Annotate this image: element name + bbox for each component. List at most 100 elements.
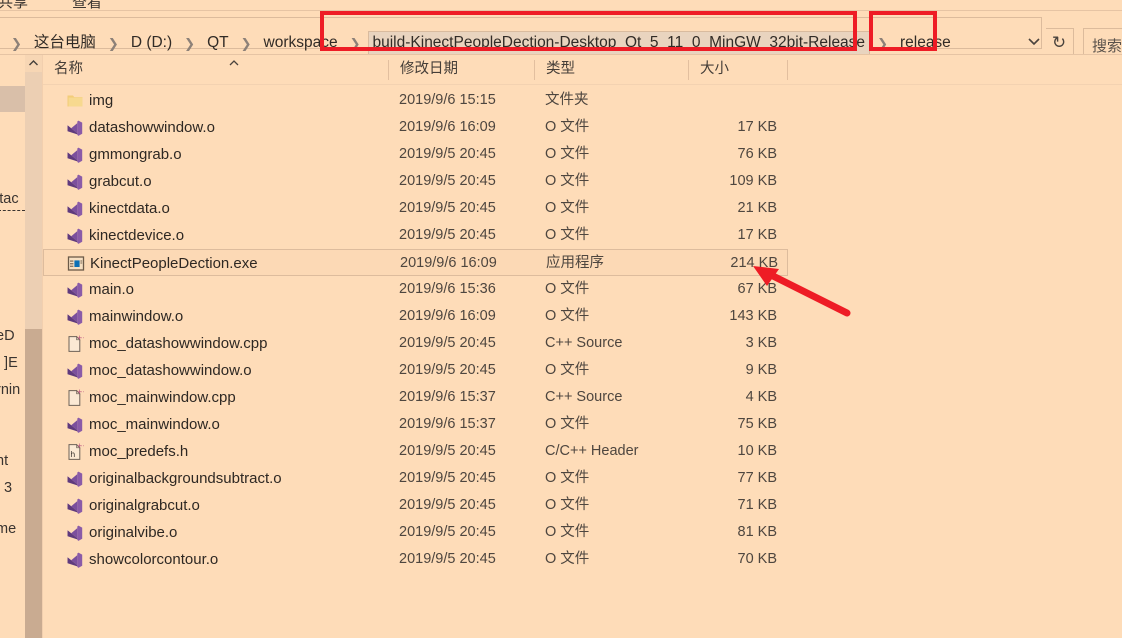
file-list-pane: 名称 修改日期 类型 大小 img 2019/9/6 15:15 文件夹 datash… — [43, 55, 1122, 638]
cell-file-size: 4 KB — [745, 389, 777, 405]
table-row[interactable]: img 2019/9/6 15:15 文件夹 — [43, 87, 788, 114]
cell-date-modified: 2019/9/5 20:45 — [399, 173, 496, 189]
nav-item-label[interactable]: eD — [0, 328, 15, 344]
nav-pane-scrollbar[interactable] — [25, 55, 42, 638]
cell-file-name: originalbackgroundsubtract.o — [89, 470, 282, 487]
o-file-icon — [66, 200, 84, 218]
cell-file-type: O 文件 — [545, 551, 590, 567]
column-header-size[interactable]: 大小 — [689, 55, 787, 84]
chevron-down-icon[interactable] — [1026, 36, 1042, 46]
table-row[interactable]: datashowwindow.o 2019/9/6 16:09 O 文件 17 KB — [43, 114, 788, 141]
table-row[interactable]: showcolorcontour.o 2019/9/5 20:45 O 文件 70 K… — [43, 546, 788, 573]
ribbon-tab-view[interactable]: 查看 — [72, 0, 102, 10]
scrollbar-thumb[interactable] — [25, 329, 42, 638]
cell-file-size: 143 KB — [729, 308, 777, 324]
cell-file-size: 3 KB — [745, 335, 777, 351]
cell-file-type: C++ Source — [545, 335, 623, 351]
navigation-pane[interactable]: ) itac eD [ ]E rnin ht t 3 me — [0, 55, 25, 638]
cell-file-type: O 文件 — [545, 416, 590, 432]
address-bar[interactable]: ❯ 这台电脑 ❯ D (D:) ❯ QT ❯ workspace ❯ build… — [0, 11, 1122, 60]
cell-file-size: 75 KB — [737, 416, 778, 432]
breadcrumb-item-release[interactable]: release — [895, 31, 956, 56]
cell-file-name: grabcut.o — [89, 173, 152, 190]
table-row[interactable]: originalgrabcut.o 2019/9/5 20:45 O 文件 71 KB — [43, 492, 788, 519]
table-row[interactable]: KinectPeopleDection.exe 2019/9/6 16:09 应用程… — [43, 249, 788, 276]
table-row[interactable]: originalvibe.o 2019/9/5 20:45 O 文件 81 KB — [43, 519, 788, 546]
cell-file-size: 17 KB — [737, 227, 778, 243]
nav-item-label[interactable]: ht — [0, 453, 8, 469]
cell-date-modified: 2019/9/6 15:37 — [399, 389, 496, 405]
cell-file-name: kinectdevice.o — [89, 227, 185, 244]
table-row[interactable]: moc_datashowwindow.o 2019/9/5 20:45 O 文件 9 … — [43, 357, 788, 384]
cell-file-name: originalvibe.o — [89, 524, 178, 541]
table-row[interactable]: mainwindow.o 2019/9/6 16:09 O 文件 143 KB — [43, 303, 788, 330]
table-row[interactable]: h++ moc_predefs.h 2019/9/5 20:45 C/C++ Head… — [43, 438, 788, 465]
h-file-icon: h++ — [66, 443, 84, 461]
nav-item-label[interactable]: rnin — [0, 382, 20, 398]
cell-date-modified: 2019/9/5 20:45 — [399, 200, 496, 216]
ribbon-tab-strip: 共享 查看 — [0, 0, 1122, 10]
scroll-up-arrow-icon[interactable] — [25, 55, 42, 72]
o-file-icon — [66, 470, 84, 488]
o-file-icon — [66, 308, 84, 326]
table-row[interactable]: gmmongrab.o 2019/9/5 20:45 O 文件 76 KB — [43, 141, 788, 168]
nav-item-label[interactable]: itac — [0, 191, 19, 207]
sort-ascending-icon — [228, 59, 240, 70]
cell-file-name: img — [89, 92, 114, 109]
table-row[interactable]: kinectdevice.o 2019/9/5 20:45 O 文件 17 KB — [43, 222, 788, 249]
cell-date-modified: 2019/9/5 20:45 — [399, 443, 496, 459]
cell-file-size: 70 KB — [737, 551, 778, 567]
file-rows: img 2019/9/6 15:15 文件夹 datashowwindow.o 2019… — [43, 87, 1122, 573]
cell-date-modified: 2019/9/6 15:37 — [399, 416, 496, 432]
scrollbar-track[interactable] — [25, 72, 42, 329]
cell-file-type: C/C++ Header — [545, 443, 639, 459]
cell-file-name: KinectPeopleDection.exe — [90, 255, 258, 272]
cell-file-type: 文件夹 — [545, 92, 589, 108]
nav-item-label[interactable]: [ ]E — [0, 355, 18, 371]
cell-file-name: originalgrabcut.o — [89, 497, 200, 514]
table-row[interactable]: ++ moc_datashowwindow.cpp 2019/9/5 20:45 C+… — [43, 330, 788, 357]
o-file-icon — [66, 362, 84, 380]
cell-date-modified: 2019/9/6 15:36 — [399, 281, 496, 297]
breadcrumb-separator: ❯ — [349, 35, 361, 51]
cell-file-size: 21 KB — [737, 200, 778, 216]
cell-file-type: O 文件 — [545, 173, 590, 189]
cpp-file-icon: ++ — [66, 335, 84, 353]
cell-file-type: O 文件 — [545, 470, 590, 486]
nav-item-label[interactable]: me — [0, 521, 16, 537]
cell-file-size: 81 KB — [737, 524, 778, 540]
cell-file-type: O 文件 — [545, 362, 590, 378]
cell-file-size: 109 KB — [729, 173, 777, 189]
table-row[interactable]: ++ moc_mainwindow.cpp 2019/9/6 15:37 C++ So… — [43, 384, 788, 411]
o-file-icon — [66, 497, 84, 515]
column-separator[interactable] — [787, 60, 788, 80]
ribbon-tab-share[interactable]: 共享 — [0, 0, 28, 10]
nav-item-label[interactable]: t 3 — [0, 480, 12, 496]
cell-file-name: showcolorcontour.o — [89, 551, 219, 568]
breadcrumb-item-d-drive[interactable]: D (D:) — [126, 31, 177, 56]
cell-file-name: datashowwindow.o — [89, 119, 215, 136]
cell-date-modified: 2019/9/5 20:45 — [399, 227, 496, 243]
column-header-name[interactable]: 名称 — [43, 55, 388, 84]
column-header-row: 名称 修改日期 类型 大小 — [43, 55, 1122, 84]
cell-date-modified: 2019/9/6 16:09 — [400, 255, 497, 271]
breadcrumb-item-workspace[interactable]: workspace — [259, 31, 343, 56]
column-header-type[interactable]: 类型 — [535, 55, 688, 84]
table-row[interactable]: grabcut.o 2019/9/5 20:45 O 文件 109 KB — [43, 168, 788, 195]
nav-divider — [0, 210, 25, 211]
nav-selected-item-highlight — [0, 86, 25, 112]
table-row[interactable]: kinectdata.o 2019/9/5 20:45 O 文件 21 KB — [43, 195, 788, 222]
table-row[interactable]: main.o 2019/9/6 15:36 O 文件 67 KB — [43, 276, 788, 303]
column-header-date-modified[interactable]: 修改日期 — [389, 55, 534, 84]
o-file-icon — [66, 119, 84, 137]
breadcrumb-item-qt[interactable]: QT — [202, 31, 234, 56]
cell-file-size — [633, 87, 777, 114]
breadcrumb-item-build-folder[interactable]: build-KinectPeopleDection-Desktop_Qt_5_1… — [367, 30, 871, 56]
cell-date-modified: 2019/9/6 16:09 — [399, 119, 496, 135]
cell-file-size: 77 KB — [737, 470, 778, 486]
cell-file-type: 应用程序 — [546, 255, 604, 271]
table-row[interactable]: originalbackgroundsubtract.o 2019/9/5 20:… — [43, 465, 788, 492]
table-row[interactable]: moc_mainwindow.o 2019/9/6 15:37 O 文件 75 KB — [43, 411, 788, 438]
breadcrumb-item-this-pc[interactable]: 这台电脑 — [29, 31, 101, 56]
nav-item-label[interactable]: ) — [0, 57, 1, 73]
